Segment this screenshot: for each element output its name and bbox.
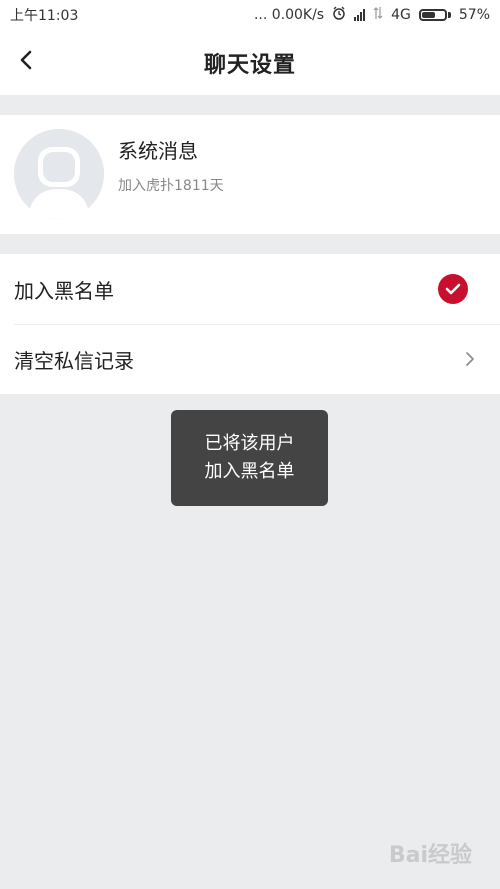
profile-name: 系统消息 [118,139,198,163]
settings-list: 加入黑名单 清空私信记录 [0,254,500,394]
battery-icon [418,9,451,21]
data-transfer-icon [373,6,383,24]
alarm-icon [332,6,346,24]
toast-message: 已将该用户 加入黑名单 [171,410,328,506]
baidu-watermark: Bai经验 [389,837,472,869]
network-speed: ... 0.00K/s [253,7,325,23]
blacklist-label: 加入黑名单 [14,278,114,303]
status-indicators: ... 0.00K/s 4G 57% [254,6,490,24]
clear-history-row[interactable]: 清空私信记录 [0,324,500,394]
profile-joined: 加入虎扑1811天 [118,178,224,194]
chevron-right-icon [466,352,474,366]
chevron-left-icon [20,50,32,70]
watermark-text: Bai经验 [388,843,472,868]
battery-percent: 57% [458,7,490,23]
network-type: 4G [391,7,411,23]
blacklist-row[interactable]: 加入黑名单 [0,254,500,324]
checked-icon[interactable] [438,274,468,304]
toast-line-2: 加入黑名单 [204,461,295,482]
status-bar: 上午11:03 ... 0.00K/s 4G 57% [0,0,500,30]
back-button[interactable] [14,48,38,72]
clear-history-label: 清空私信记录 [14,348,134,373]
toast-line-1: 已将该用户 [204,433,295,454]
profile-card[interactable]: 系统消息 加入虎扑1811天 [0,115,500,234]
status-time: 上午11:03 [10,8,79,24]
signal-icon [354,9,366,21]
nav-bar: 聊天设置 [0,30,500,95]
avatar[interactable] [14,129,104,219]
default-avatar-icon [14,129,104,219]
page-title: 聊天设置 [203,52,296,78]
